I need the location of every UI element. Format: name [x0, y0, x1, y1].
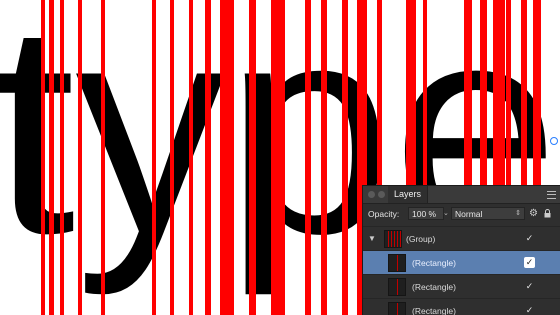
- opacity-row: Opacity: 100 % ⌄ Normal ⇕ ⚙: [363, 204, 560, 224]
- visibility-checkbox[interactable]: ✓: [524, 281, 535, 292]
- expand-triangle-icon[interactable]: ▼: [368, 234, 376, 243]
- opacity-stepper-icon[interactable]: ⌄: [443, 207, 450, 220]
- chevron-updown-icon: ⇕: [515, 210, 521, 217]
- red-rectangle[interactable]: [49, 0, 54, 315]
- red-rectangle[interactable]: [205, 0, 211, 315]
- layer-row-group[interactable]: ▼ (Group) ✓: [363, 226, 560, 251]
- layer-name: (Rectangle): [412, 282, 456, 292]
- blend-mode-select[interactable]: Normal ⇕: [451, 207, 525, 220]
- visibility-checkbox[interactable]: ✓: [524, 233, 535, 244]
- opacity-label: Opacity:: [368, 209, 400, 219]
- visibility-checkbox[interactable]: ✓: [524, 257, 535, 268]
- layer-thumbnail: [384, 230, 402, 248]
- red-rectangle[interactable]: [170, 0, 174, 315]
- layer-name: (Group): [406, 234, 436, 244]
- layer-name: (Rectangle): [412, 258, 456, 268]
- red-rectangle[interactable]: [101, 0, 105, 315]
- red-rectangle[interactable]: [305, 0, 311, 315]
- layer-name: (Rectangle): [412, 306, 456, 315]
- red-rectangle[interactable]: [78, 0, 82, 315]
- red-rectangle[interactable]: [220, 0, 234, 315]
- minimize-dot-icon[interactable]: [378, 191, 385, 198]
- red-rectangle[interactable]: [321, 0, 327, 315]
- layer-row-rectangle[interactable]: (Rectangle) ✓: [363, 298, 560, 315]
- visibility-checkbox[interactable]: ✓: [524, 305, 535, 315]
- red-rectangle[interactable]: [189, 0, 193, 315]
- layer-thumbnail: [388, 254, 406, 272]
- layer-row-rectangle[interactable]: (Rectangle) ✓: [363, 250, 560, 275]
- red-rectangle[interactable]: [342, 0, 348, 315]
- layer-row-rectangle[interactable]: (Rectangle) ✓: [363, 274, 560, 299]
- red-rectangle[interactable]: [152, 0, 156, 315]
- tab-layers[interactable]: Layers: [388, 186, 429, 203]
- blend-mode-value: Normal: [455, 209, 483, 219]
- lock-icon[interactable]: [544, 209, 551, 218]
- layer-thumbnail: [388, 278, 406, 296]
- panel-menu-icon[interactable]: [547, 191, 556, 199]
- selection-handle[interactable]: [550, 137, 558, 145]
- layers-panel: Layers Opacity: 100 % ⌄ Normal ⇕ ⚙ ▼ (Gr…: [362, 185, 560, 315]
- red-rectangle[interactable]: [249, 0, 256, 315]
- panel-titlebar: Layers: [363, 186, 560, 204]
- red-rectangle[interactable]: [41, 0, 45, 315]
- layer-thumbnail: [388, 302, 406, 315]
- opacity-field[interactable]: 100 %: [408, 207, 444, 220]
- red-rectangle[interactable]: [60, 0, 64, 315]
- red-rectangle[interactable]: [271, 0, 285, 315]
- close-dot-icon[interactable]: [368, 191, 375, 198]
- gear-icon[interactable]: ⚙: [529, 208, 538, 220]
